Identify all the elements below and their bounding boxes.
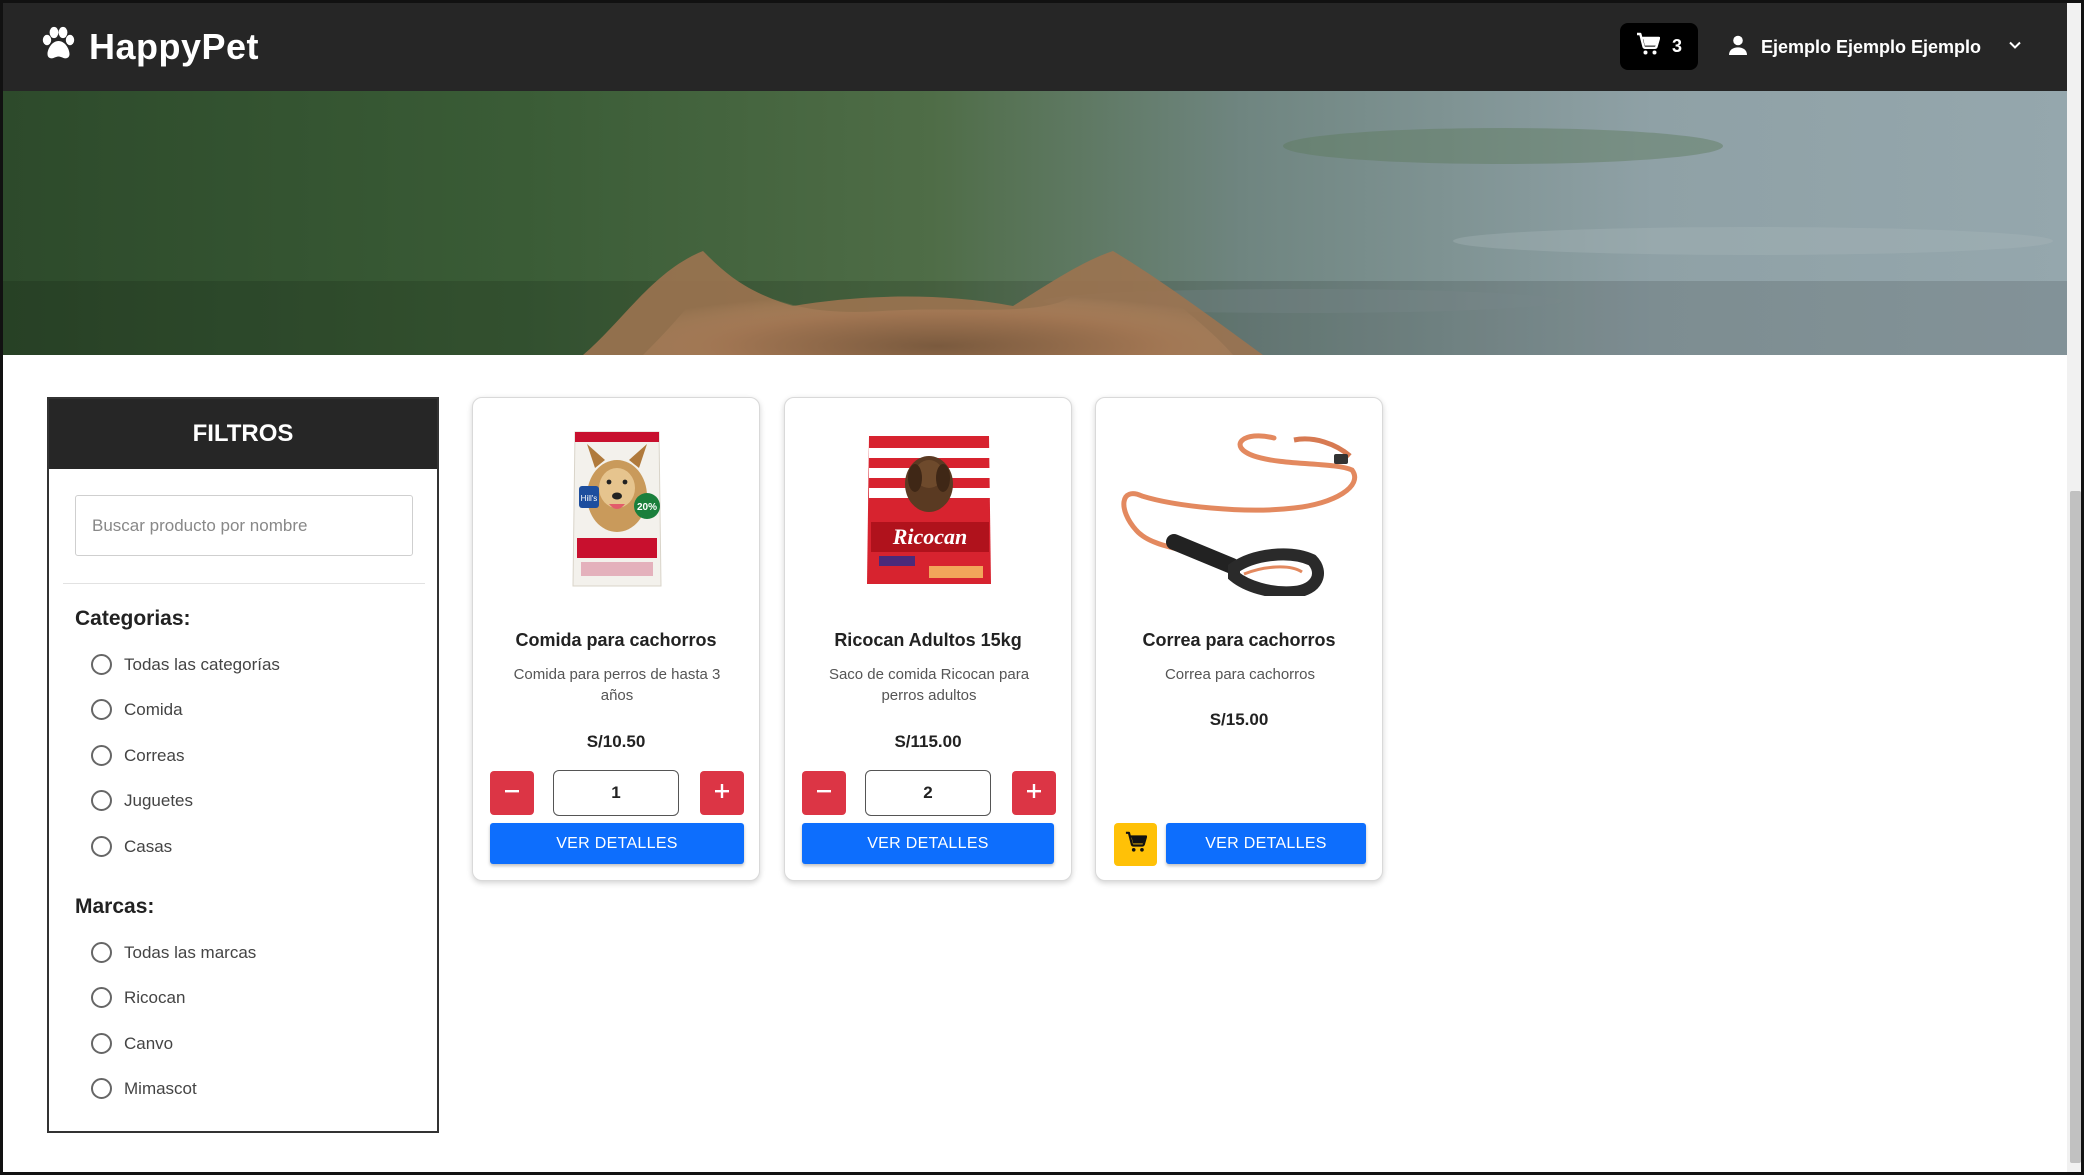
category-option-comida[interactable]: Comida — [91, 699, 183, 720]
increase-quantity-button[interactable] — [1012, 771, 1056, 815]
paw-icon — [39, 25, 77, 68]
hero-image — [3, 91, 2067, 355]
radio-icon[interactable] — [91, 987, 112, 1008]
product-image — [1114, 426, 1364, 599]
radio-icon[interactable] — [91, 1078, 112, 1099]
cart-icon — [1125, 831, 1147, 858]
view-details-button[interactable]: VER DETALLES — [802, 823, 1054, 864]
user-menu[interactable]: Ejemplo Ejemplo Ejemplo — [1727, 29, 2023, 65]
category-option-juguetes[interactable]: Juguetes — [91, 790, 193, 811]
radio-icon[interactable] — [91, 942, 112, 963]
category-label: Casas — [124, 836, 173, 856]
category-option-all[interactable]: Todas las categorías — [91, 654, 280, 675]
scrollbar[interactable] — [2067, 3, 2081, 1172]
product-image-brand: Ricocan — [892, 524, 968, 549]
quantity-field[interactable]: 2 — [865, 770, 991, 816]
plus-icon — [712, 781, 732, 806]
category-label: Todas las categorías — [124, 654, 280, 674]
product-price: S/115.00 — [894, 732, 962, 751]
cart-count: 3 — [1671, 36, 1682, 56]
categories-title: Categorias: — [75, 607, 191, 630]
minus-icon — [502, 781, 522, 806]
product-image: Hill's 20% — [517, 426, 717, 596]
radio-icon[interactable] — [91, 699, 112, 720]
hero-banner — [3, 91, 2067, 355]
category-label: Juguetes — [124, 790, 193, 810]
navbar: HappyPet 3 Ejemplo Ejemplo Ejemplo — [3, 3, 2067, 91]
product-card: Correa para cachorros Correa para cachor… — [1095, 397, 1383, 881]
filters-panel: FILTROS Categorias: Todas las categorías… — [47, 397, 439, 1133]
radio-icon[interactable] — [91, 745, 112, 766]
radio-icon[interactable] — [91, 654, 112, 675]
view-details-button[interactable]: VER DETALLES — [1166, 823, 1366, 864]
cart-icon — [1636, 32, 1661, 61]
product-image-brand: Hill's — [581, 494, 598, 503]
page: HappyPet 3 Ejemplo Ejemplo Ejemplo FILTR… — [0, 0, 2084, 1175]
user-name: Ejemplo Ejemplo Ejemplo — [1761, 36, 1982, 57]
brand-name: HappyPet — [89, 25, 260, 67]
user-icon — [1727, 34, 1749, 61]
brand-label: Todas las marcas — [124, 942, 257, 962]
product-description: Comida para perros de hasta 3 años — [513, 666, 721, 704]
category-option-casas[interactable]: Casas — [91, 836, 172, 857]
plus-icon — [1024, 781, 1044, 806]
decrease-quantity-button[interactable] — [802, 771, 846, 815]
product-description: Correa para cachorros — [1164, 666, 1316, 683]
filters-title: FILTROS — [49, 399, 437, 469]
brand-label: Mimascot — [124, 1078, 197, 1098]
radio-icon[interactable] — [91, 790, 112, 811]
brand-option-ricocan[interactable]: Ricocan — [91, 987, 185, 1008]
brand-logo[interactable]: HappyPet — [39, 25, 259, 68]
product-description: Saco de comida Ricocan para perros adult… — [828, 666, 1030, 704]
quantity-field[interactable]: 1 — [553, 770, 679, 816]
brands-title: Marcas: — [75, 895, 155, 918]
brand-option-canvo[interactable]: Canvo — [91, 1033, 173, 1054]
brand-option-mimascot[interactable]: Mimascot — [91, 1078, 197, 1099]
add-to-cart-button[interactable] — [1114, 823, 1157, 866]
chevron-down-icon — [2007, 37, 2023, 58]
minus-icon — [814, 781, 834, 806]
search-input[interactable] — [75, 495, 413, 556]
category-option-correas[interactable]: Correas — [91, 745, 184, 766]
brand-label: Ricocan — [124, 987, 186, 1007]
product-card: Ricocan Ricocan Adultos 15kg Saco de com… — [784, 397, 1072, 881]
brand-label: Canvo — [124, 1033, 174, 1053]
product-name: Correa para cachorros — [1142, 630, 1336, 650]
increase-quantity-button[interactable] — [700, 771, 744, 815]
product-price: S/15.00 — [1209, 710, 1269, 729]
cart-button[interactable]: 3 — [1620, 23, 1698, 70]
product-image: Ricocan — [829, 426, 1029, 596]
product-price: S/10.50 — [586, 732, 646, 751]
divider — [63, 583, 425, 584]
decrease-quantity-button[interactable] — [490, 771, 534, 815]
category-label: Correas — [124, 745, 185, 765]
radio-icon[interactable] — [91, 836, 112, 857]
product-name: Ricocan Adultos 15kg — [834, 630, 1022, 650]
radio-icon[interactable] — [91, 1033, 112, 1054]
product-name: Comida para cachorros — [515, 630, 717, 650]
category-label: Comida — [124, 699, 183, 719]
view-details-button[interactable]: VER DETALLES — [490, 823, 744, 864]
svg-text:20%: 20% — [637, 502, 657, 513]
product-card: Hill's 20% Comida para cachorros Comida … — [472, 397, 760, 881]
brand-option-all[interactable]: Todas las marcas — [91, 942, 256, 963]
scrollbar-thumb[interactable] — [2070, 491, 2081, 1163]
